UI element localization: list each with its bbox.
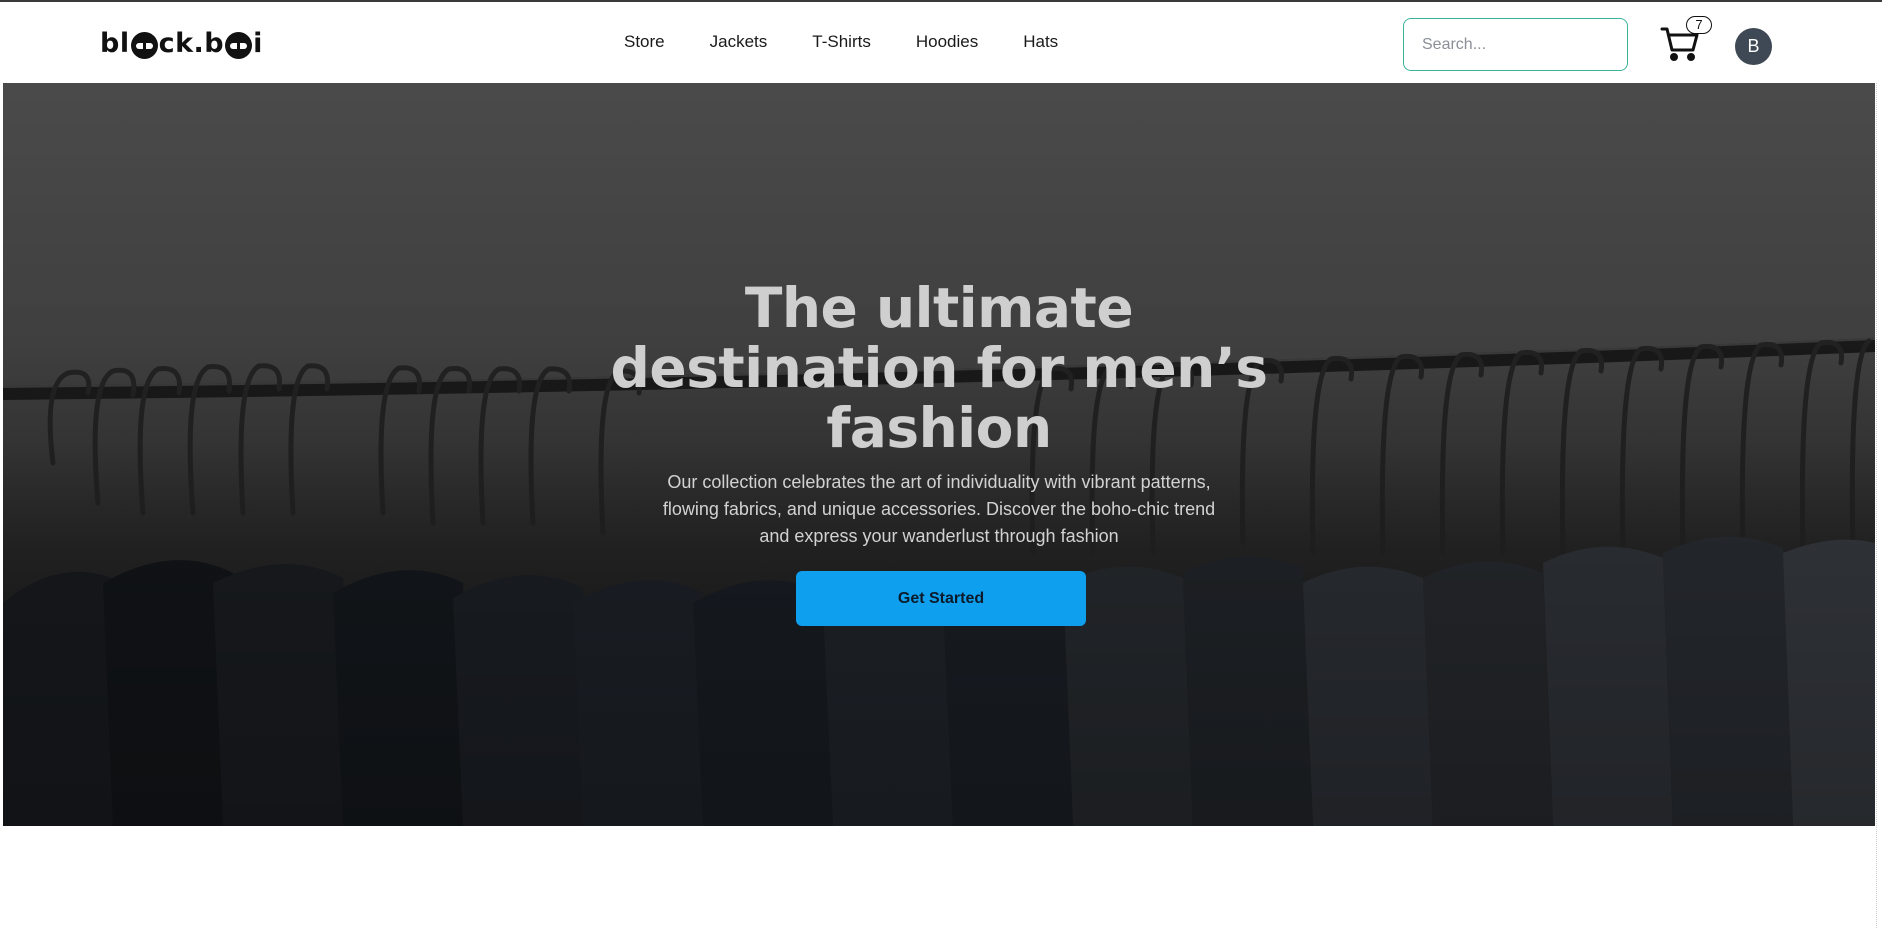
nav-link-t-shirts[interactable]: T-Shirts: [812, 32, 871, 52]
sunglasses-face-icon: [225, 31, 253, 59]
navbar: bl ck.b i Store Jackets T-Shirts Hoodies H…: [0, 2, 1882, 82]
cart-button[interactable]: 7: [1656, 16, 1712, 66]
scrollbar-track[interactable]: [1876, 83, 1882, 928]
brand-logo[interactable]: bl ck.b i: [100, 26, 263, 60]
hero-description: Our collection celebrates the art of ind…: [662, 472, 1216, 546]
user-avatar[interactable]: B: [1735, 28, 1772, 65]
logo-text-right: i: [253, 27, 263, 59]
nav-link-jackets[interactable]: Jackets: [710, 32, 768, 52]
cart-count-badge: 7: [1686, 16, 1712, 34]
main-nav: Store Jackets T-Shirts Hoodies Hats: [624, 32, 1103, 52]
search-input[interactable]: [1403, 18, 1628, 71]
hero-banner: The ultimate destination for men’s fashi…: [3, 83, 1875, 826]
hero-content: The ultimate destination for men’s fashi…: [3, 83, 1875, 826]
nav-link-store[interactable]: Store: [624, 32, 665, 52]
get-started-button[interactable]: Get Started: [796, 571, 1086, 626]
nav-link-hoodies[interactable]: Hoodies: [916, 32, 978, 52]
hero-title: The ultimate destination for men’s fashi…: [610, 276, 1268, 460]
sunglasses-face-icon: [130, 31, 158, 59]
logo-text-left: bl: [100, 27, 130, 59]
nav-link-hats[interactable]: Hats: [1023, 32, 1058, 52]
logo-text-mid: ck.b: [158, 27, 225, 59]
